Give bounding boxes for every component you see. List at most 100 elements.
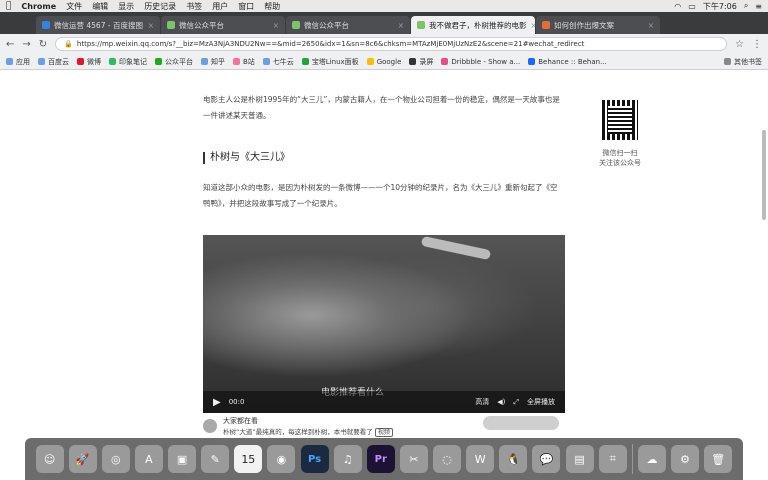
lock-icon: 🔒 xyxy=(64,40,73,48)
qr-sidebar: 微信扫一扫 关注该公众号 xyxy=(590,100,650,168)
bookmark-dribbble[interactable]: Dribbble - Show a... xyxy=(441,58,520,66)
tab-mp-platform-1[interactable]: 微信公众平台 × xyxy=(161,16,285,34)
bookmark-apps[interactable]: 应用 xyxy=(6,57,30,67)
expand-icon[interactable]: ⤢ xyxy=(513,398,519,407)
menu-bookmarks[interactable]: 书签 xyxy=(186,1,202,12)
qr-code-icon xyxy=(602,100,638,140)
launchpad-icon[interactable]: 🚀 xyxy=(68,445,97,473)
menubar-app-name[interactable]: Chrome xyxy=(21,2,56,11)
fullscreen-button[interactable]: 全屏播放 xyxy=(527,397,555,407)
bookmark-bilibili[interactable]: B站 xyxy=(233,57,255,67)
menu-view[interactable]: 显示 xyxy=(118,1,134,12)
bookmark-label: 百度云 xyxy=(48,57,69,66)
settings-icon[interactable]: ⚙ xyxy=(671,445,700,473)
tab-strip: 微信运营 4567 - 百度搜图 × 微信公众平台 × 微信公众平台 × 我不做… xyxy=(0,12,768,34)
bookmark-label: 微博 xyxy=(87,57,101,66)
tab-baidu-image[interactable]: 微信运营 4567 - 百度搜图 × xyxy=(36,16,160,34)
section-heading: 朴树与《大三儿》 xyxy=(203,150,565,166)
menu-help[interactable]: 帮助 xyxy=(264,1,280,12)
notes-icon[interactable]: ✎ xyxy=(201,445,230,473)
address-bar[interactable]: 🔒 https://mp.weixin.qq.com/s?__biz=MzA3N… xyxy=(55,37,728,51)
vpn-icon[interactable]: ◌ xyxy=(433,445,462,473)
zhihu-icon xyxy=(201,58,208,65)
wps-icon[interactable]: W xyxy=(466,445,495,473)
bookmark-qiniu[interactable]: 七牛云 xyxy=(262,57,294,67)
bookmark-record[interactable]: 录屏 xyxy=(409,57,433,67)
bookmark-evernote[interactable]: 印象笔记 xyxy=(109,57,147,67)
apple-icon[interactable]:  xyxy=(6,1,11,11)
quality-button[interactable]: 高清 xyxy=(475,397,489,407)
bookmark-google[interactable]: Google xyxy=(366,58,401,66)
article-body: 电影主人公是朴树1995年的“大三儿”，内蒙古籍人，在一个物业公司担着一份的稳定… xyxy=(203,92,565,212)
menubar-clock[interactable]: 下午7:06 xyxy=(703,1,737,12)
floating-action-button[interactable] xyxy=(483,416,559,430)
back-icon[interactable]: ← xyxy=(6,39,14,50)
bilibili-icon xyxy=(233,58,240,65)
tab-favicon-icon xyxy=(542,21,550,29)
tab-mp-platform-2[interactable]: 微信公众平台 × xyxy=(286,16,410,34)
wifi-icon[interactable]: ◠ xyxy=(674,2,681,11)
menu-window[interactable]: 窗口 xyxy=(238,1,254,12)
other-bookmarks[interactable]: 其他书签 xyxy=(724,57,762,67)
close-tab-icon[interactable]: × xyxy=(273,21,279,30)
menu-list-icon[interactable]: ≡ xyxy=(755,2,762,11)
tab-title: 微信公众平台 xyxy=(304,20,349,30)
close-tab-icon[interactable]: × xyxy=(148,21,154,30)
wechat-icon[interactable]: 💬 xyxy=(532,445,561,473)
appstore-icon[interactable]: A xyxy=(134,445,163,473)
menu-file[interactable]: 文件 xyxy=(66,1,82,12)
safari-icon[interactable]: ◎ xyxy=(101,445,130,473)
search-icon[interactable]: ⌕ xyxy=(744,1,748,11)
dock-separator xyxy=(631,444,633,474)
trash-icon[interactable]: 🗑 xyxy=(704,445,733,473)
bookmark-zhihu[interactable]: 知乎 xyxy=(201,57,225,67)
bookmark-mp[interactable]: 公众平台 xyxy=(155,57,193,67)
menu-kebab-icon[interactable]: ⋮ xyxy=(752,39,762,50)
evernote-icon xyxy=(109,58,116,65)
mac-dock: ☺ 🚀 ◎ A ▣ ✎ 15 ◉ Ps ♫ Pr ✂ ◌ W 🐧 💬 ▤ ⌗ ☁… xyxy=(25,438,743,480)
play-icon[interactable]: ▶ xyxy=(213,397,221,408)
finalcut-icon[interactable]: ✂ xyxy=(399,445,428,473)
finder-icon[interactable]: ☺ xyxy=(35,445,64,473)
video-time: 00:0 xyxy=(228,398,245,406)
menu-history[interactable]: 历史记录 xyxy=(144,1,176,12)
behance-icon xyxy=(528,58,536,65)
close-tab-icon[interactable]: × xyxy=(648,21,654,30)
close-tab-icon[interactable]: × xyxy=(398,21,404,30)
bookmark-baiduyun[interactable]: 百度云 xyxy=(38,57,69,67)
cloud-icon xyxy=(38,58,45,65)
star-icon[interactable]: ☆ xyxy=(735,39,744,50)
notes2-icon[interactable]: ▤ xyxy=(565,445,594,473)
menu-people[interactable]: 用户 xyxy=(212,1,228,12)
bookmark-label: Dribbble - Show a... xyxy=(451,57,521,66)
baidu-netdisk-icon[interactable]: ☁ xyxy=(637,445,666,473)
bookmark-weibo[interactable]: 微博 xyxy=(77,57,101,67)
menu-edit[interactable]: 编辑 xyxy=(92,1,108,12)
scrollbar-thumb[interactable] xyxy=(762,130,766,220)
calendar-icon[interactable]: 15 xyxy=(234,445,263,473)
volume-icon[interactable]: ◀) xyxy=(497,398,505,406)
record-icon xyxy=(409,58,417,65)
tab-article-active[interactable]: 我不做君子，朴树推荐的电影 × xyxy=(411,16,535,34)
qq-icon[interactable]: 🐧 xyxy=(499,445,528,473)
premiere-icon[interactable]: Pr xyxy=(366,445,395,473)
bookmark-label: 知乎 xyxy=(211,57,225,66)
tab-copywriting[interactable]: 如何创作出爆文案 × xyxy=(536,16,660,34)
qiniu-icon xyxy=(262,58,270,65)
photoshop-icon[interactable]: Ps xyxy=(300,445,329,473)
reload-icon[interactable]: ↻ xyxy=(39,39,47,50)
chrome-icon[interactable]: ◉ xyxy=(267,445,296,473)
bookmark-label: 七牛云 xyxy=(272,57,294,66)
qq-music-icon[interactable]: ♫ xyxy=(333,445,362,473)
preview-icon[interactable]: ▣ xyxy=(168,445,197,473)
qr-caption-2: 关注该公众号 xyxy=(599,159,641,167)
bookmark-baota[interactable]: 宝塔Linux面板 xyxy=(301,57,359,67)
bookmark-label: 应用 xyxy=(16,57,30,66)
bookmark-behance[interactable]: Behance :: Behan... xyxy=(528,58,607,66)
screenshot-icon[interactable]: ⌗ xyxy=(598,445,627,473)
video-player[interactable]: 电影推荐看什么 ▶ 00:0 高清 ◀) ⤢ 全屏播放 xyxy=(203,235,565,413)
close-tab-icon[interactable]: × xyxy=(531,21,536,30)
battery-icon[interactable]: ▭ xyxy=(688,2,696,11)
tab-favicon-icon xyxy=(167,21,175,29)
forward-icon[interactable]: → xyxy=(22,39,30,50)
